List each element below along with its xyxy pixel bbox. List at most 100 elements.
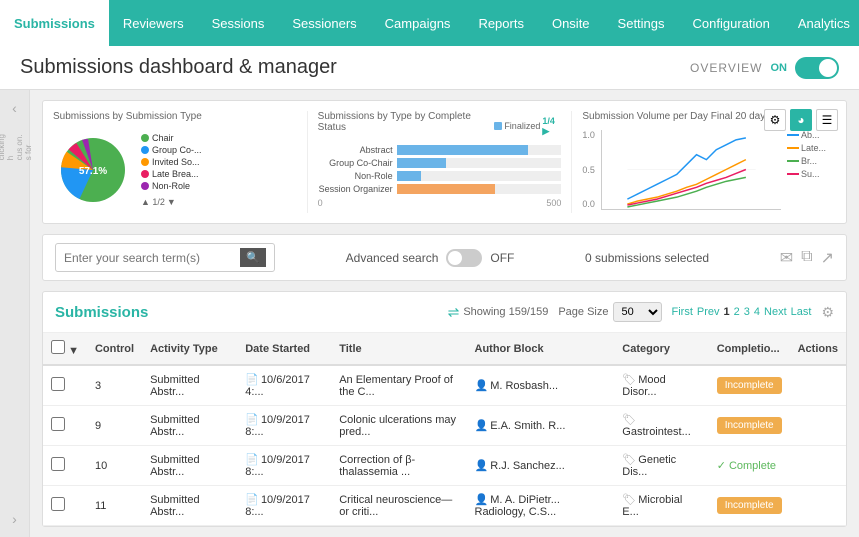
overview-toggle-switch[interactable] — [795, 57, 839, 79]
selected-count: 0 — [585, 251, 592, 265]
col-header-title[interactable]: Title — [331, 333, 466, 365]
export-icon[interactable]: ↗ — [821, 248, 834, 268]
showing-text: Showing 159/159 — [463, 306, 548, 318]
advanced-search-toggle[interactable] — [446, 249, 482, 267]
page-layout: ‹ clicking h cus on. s for › Submissions… — [0, 90, 859, 537]
copy-icon[interactable]: ⧉ — [801, 248, 812, 268]
finalized-dot — [494, 122, 502, 130]
toggle-off-knob — [448, 251, 462, 265]
sidebar-left: ‹ clicking h cus on. s for › — [0, 90, 30, 537]
bar-track-nonrole — [397, 171, 562, 181]
row-checkbox-cell — [43, 365, 87, 406]
bar-track-group — [397, 158, 562, 168]
search-input[interactable] — [64, 251, 240, 265]
row-checkbox[interactable] — [51, 497, 65, 511]
row-activity: Submitted Abstr... — [142, 446, 237, 486]
chart-settings-btn[interactable]: ⚙ — [764, 109, 786, 131]
bar-row-abstract: Abstract — [318, 145, 562, 155]
sidebar-collapse-arrow[interactable]: ‹ — [12, 100, 17, 116]
volume-chart-content: 1.0 0.5 0.0 — [582, 130, 826, 213]
chart-nav-arrow[interactable]: 1/4 ▶ — [542, 116, 561, 137]
page-title: Submissions dashboard & manager — [20, 56, 337, 79]
page-4-link[interactable]: 4 — [754, 306, 760, 318]
table-row: 3 Submitted Abstr... 📄10/6/2017 4:... An… — [43, 365, 846, 406]
legend-item-group: Group Co-... — [141, 145, 202, 155]
legend-late: Late... — [787, 143, 826, 153]
legend-dot-group — [141, 146, 149, 154]
showing-icon: ⇌ — [448, 304, 460, 321]
row-actions — [790, 446, 846, 486]
volume-legend: Ab... Late... Br... Su... — [787, 130, 826, 213]
nav-item-configuration[interactable]: Configuration — [679, 0, 784, 46]
nav-item-reviewers[interactable]: Reviewers — [109, 0, 198, 46]
nav-item-campaigns[interactable]: Campaigns — [371, 0, 465, 46]
nav-item-submissions[interactable]: Submissions — [0, 0, 109, 46]
legend-dot-late — [141, 170, 149, 178]
chart-pie-btn[interactable]: ◕ — [790, 109, 812, 131]
row-checkbox[interactable] — [51, 457, 65, 471]
col-header-completion[interactable]: Completio... — [709, 333, 790, 365]
chart-controls: ⚙ ◕ ☰ — [764, 109, 838, 131]
pie-chart-svg: 57.1% — [53, 130, 133, 210]
file-icon: 📄 — [245, 414, 259, 426]
last-page-link[interactable]: Last — [791, 306, 812, 318]
page-2-link[interactable]: 2 — [734, 306, 740, 318]
overview-label: OVERVIEW — [690, 61, 762, 75]
row-activity: Submitted Abstr... — [142, 406, 237, 446]
row-author: 👤R.J. Sanchez... — [467, 446, 615, 486]
nav-item-sessioners[interactable]: Sessioners — [278, 0, 370, 46]
row-category: 🏷Mood Disor... — [614, 365, 708, 406]
pie-legend: Chair Group Co-... Invited So... La — [141, 133, 202, 207]
status-badge: Incomplete — [717, 377, 782, 394]
bar-session-other — [397, 184, 496, 194]
legend-item-chair: Chair — [141, 133, 202, 143]
row-author: 👤E.A. Smith. R... — [467, 406, 615, 446]
col-header-date[interactable]: Date Started — [237, 333, 331, 365]
bar-group-finalized — [397, 158, 446, 168]
col-header-activity[interactable]: Activity Type — [142, 333, 237, 365]
toggle-state-label: ON — [771, 62, 788, 74]
chart-list-btn[interactable]: ☰ — [816, 109, 838, 131]
select-all-checkbox[interactable] — [51, 340, 65, 354]
next-page-link[interactable]: Next — [764, 306, 787, 318]
pagination: First Prev 1 2 3 4 Next Last — [672, 306, 812, 318]
page-1-link[interactable]: 1 — [724, 306, 730, 318]
showing: ⇌ Showing 159/159 — [448, 304, 549, 321]
row-checkbox[interactable] — [51, 417, 65, 431]
table-settings-gear[interactable]: ⚙ — [821, 304, 834, 321]
author-icon: 👤 — [475, 460, 489, 472]
nav-item-reports[interactable]: Reports — [464, 0, 538, 46]
table-controls: ⇌ Showing 159/159 Page Size 50 25 100 Fi… — [448, 302, 834, 322]
page-3-link[interactable]: 3 — [744, 306, 750, 318]
legend-br: Br... — [787, 156, 826, 166]
tag-icon: 🏷 — [622, 454, 636, 466]
toggle-knob — [819, 59, 837, 77]
col-header-category[interactable]: Category — [614, 333, 708, 365]
svg-text:57.1%: 57.1% — [79, 166, 107, 177]
file-icon: 📄 — [245, 374, 259, 386]
search-button[interactable]: 🔍 — [240, 248, 266, 267]
row-checkbox[interactable] — [51, 377, 65, 391]
search-bar: 🔍 Advanced search OFF 0 submissions sele… — [42, 234, 847, 281]
submissions-table: ▼ Control Activity Type Date Started Tit… — [43, 333, 846, 526]
col-header-author[interactable]: Author Block — [467, 333, 615, 365]
nav-item-analytics[interactable]: Analytics — [784, 0, 859, 46]
legend-item-invited: Invited So... — [141, 157, 202, 167]
y-max: 1.0 — [582, 130, 595, 140]
first-page-link[interactable]: First — [672, 306, 693, 318]
prev-page-link[interactable]: Prev — [697, 306, 720, 318]
nav-item-sessions[interactable]: Sessions — [198, 0, 279, 46]
content-area: Submissions by Submission Type 57.1% — [30, 90, 859, 537]
sort-arrow: ▼ — [68, 345, 79, 357]
volume-chart-area — [601, 130, 781, 213]
pie-chart-section: Submissions by Submission Type 57.1% — [53, 111, 308, 213]
email-icon[interactable]: ✉ — [780, 248, 793, 268]
nav-item-settings[interactable]: Settings — [604, 0, 679, 46]
row-author: 👤M. Rosbash... — [467, 365, 615, 406]
row-actions — [790, 406, 846, 446]
tag-icon: 🏷 — [622, 374, 636, 386]
nav-item-onsite[interactable]: Onsite — [538, 0, 604, 46]
page-size-select[interactable]: 50 25 100 — [613, 302, 662, 322]
chart-nav: Finalized 1/4 ▶ — [494, 116, 561, 137]
sidebar-expand-arrow[interactable]: › — [12, 511, 17, 527]
